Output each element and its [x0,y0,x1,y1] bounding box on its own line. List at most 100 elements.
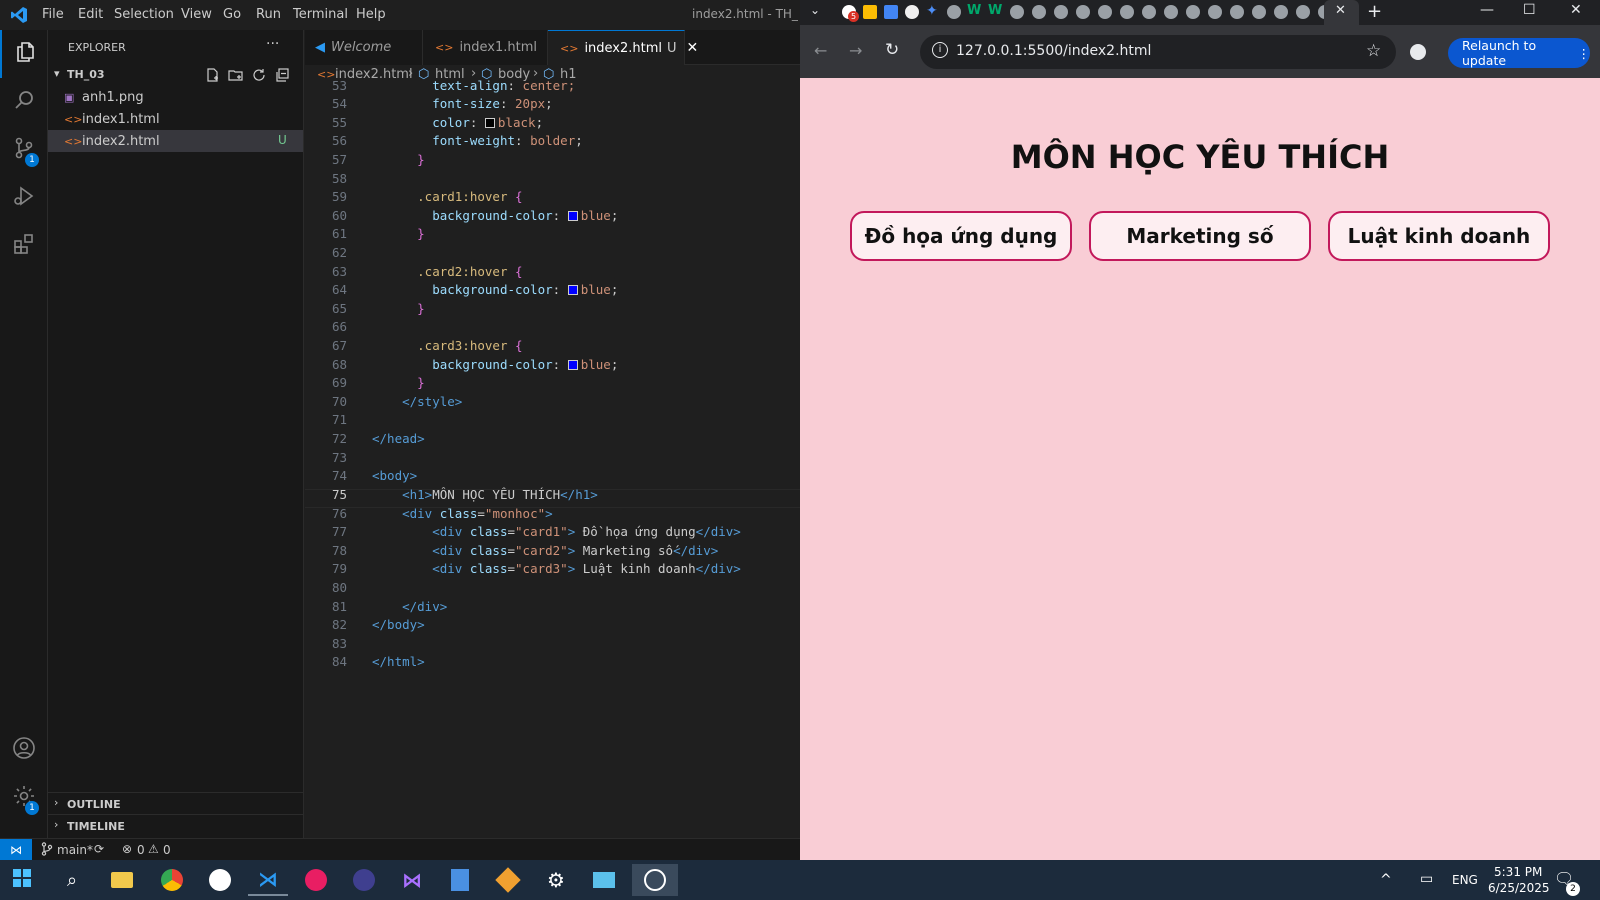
maximize-icon[interactable]: ☐ [1523,2,1536,18]
taskbar-visual-studio[interactable]: ⋈ [392,864,432,896]
collapse-all-icon[interactable] [274,67,290,87]
menu-edit[interactable]: Edit [78,7,103,22]
reload-icon[interactable]: ↻ [885,40,899,60]
taskbar-app[interactable] [584,864,624,896]
url-text[interactable]: 127.0.0.1:5500/index2.html [956,43,1151,59]
new-tab-icon[interactable]: + [1367,1,1382,22]
code-editor[interactable]: 53 54 55 56 57 58 59 60 61 62 63 64 65 66 67 68 69 70 71 72… [305,78,800,838]
search-activity[interactable] [0,78,48,126]
refresh-icon[interactable] [251,67,267,87]
color-swatch[interactable] [567,285,578,295]
new-folder-icon[interactable] [228,67,244,87]
accounts-activity[interactable] [0,726,48,774]
network-icon[interactable]: ▭ [1420,871,1433,887]
file-index2[interactable]: <> index2.html U [48,130,303,152]
globe-tab-icon[interactable] [1120,5,1134,19]
globe-tab-icon[interactable] [1054,5,1068,19]
address-bar[interactable]: i 127.0.0.1:5500/index2.html ☆ [920,35,1396,69]
close-window-icon[interactable]: ✕ [1570,2,1582,18]
close-tab-icon[interactable]: ✕ [1335,3,1346,18]
chevron-up-icon[interactable]: ^ [1380,872,1392,888]
color-swatch[interactable] [567,360,578,370]
explorer-activity[interactable] [0,30,48,78]
globe-tab-icon[interactable] [1032,5,1046,19]
language[interactable]: ENG [1452,873,1478,887]
menu-terminal[interactable]: Terminal [293,7,348,22]
more-menu-icon[interactable]: ⋮ [1578,46,1591,61]
warning-count[interactable]: 0 [163,843,171,857]
forward-icon[interactable]: → [849,41,862,60]
gemini-tab-icon[interactable]: ✦ [926,3,938,19]
taskbar-app[interactable] [344,864,384,896]
globe-tab-icon[interactable] [1208,5,1222,19]
run-debug-activity[interactable] [0,174,48,222]
taskbar-vscode[interactable]: ⋊ [248,864,288,896]
menu-view[interactable]: View [181,7,212,22]
globe-tab-icon[interactable] [1230,5,1244,19]
extensions-activity[interactable] [0,222,48,270]
globe-tab-icon[interactable] [1296,5,1310,19]
card-marketing[interactable]: Marketing số [1089,211,1311,261]
card-do-hoa[interactable]: Đồ họa ứng dụng [850,211,1072,261]
back-icon[interactable]: ← [814,41,827,60]
folder-header[interactable]: ▾ TH_03 [48,64,303,86]
more-actions-icon[interactable]: ··· [266,36,279,52]
sync-icon[interactable]: ⟳ [94,842,104,856]
tab-index1[interactable]: <> index1.html [423,30,548,65]
tab-search-icon[interactable]: ⌄ [810,3,820,17]
github-tab-icon[interactable] [905,5,919,19]
w-tab-icon[interactable]: W [967,3,981,18]
taskbar-file-explorer[interactable] [102,864,142,896]
taskbar-app[interactable] [200,864,240,896]
globe-tab-icon[interactable] [1142,5,1156,19]
menu-run[interactable]: Run [256,7,281,22]
start-button[interactable] [2,864,42,896]
tab-welcome[interactable]: ◀ Welcome [305,30,423,65]
menu-help[interactable]: Help [356,7,386,22]
error-count[interactable]: 0 [137,843,145,857]
taskbar-app-active[interactable] [632,864,678,896]
taskbar-app[interactable] [488,864,528,896]
minimize-icon[interactable]: — [1480,2,1494,18]
file-anh1[interactable]: ▣ anh1.png [48,86,303,108]
drive-tab-icon[interactable] [863,5,877,19]
globe-tab-icon[interactable] [1076,5,1090,19]
outline-section[interactable]: › OUTLINE [48,792,303,814]
globe-tab-icon[interactable] [1274,5,1288,19]
globe-tab-icon[interactable] [1164,5,1178,19]
globe-tab-icon[interactable] [1010,5,1024,19]
profile-icon[interactable] [1410,44,1426,60]
taskbar-chrome[interactable] [152,864,192,896]
taskbar-app[interactable] [440,864,480,896]
globe-tab-icon[interactable] [947,5,961,19]
close-icon[interactable]: ✕ [687,40,699,56]
w-tab-icon[interactable]: W [988,3,1002,18]
menu-selection[interactable]: Selection [114,7,174,22]
menu-file[interactable]: File [42,7,64,22]
taskbar-search[interactable]: ⌕ [52,864,92,896]
card-luat[interactable]: Luật kinh doanh [1328,211,1550,261]
globe-tab-icon[interactable] [1186,5,1200,19]
relaunch-button[interactable]: Relaunch to update ⋮ [1448,38,1590,68]
clock-time[interactable]: 5:31 PM [1494,865,1542,879]
timeline-section[interactable]: › TIMELINE [48,814,303,836]
taskbar-app[interactable] [296,864,336,896]
bookmark-star-icon[interactable]: ☆ [1366,41,1381,61]
new-file-icon[interactable] [205,67,221,87]
file-index1[interactable]: <> index1.html [48,108,303,130]
active-browser-tab[interactable]: ✕ [1324,0,1359,25]
remote-icon[interactable]: ⋈ [0,839,32,860]
manage-activity[interactable]: 1 [0,774,48,822]
docs-tab-icon[interactable] [884,5,898,19]
clock-date[interactable]: 6/25/2025 [1488,881,1550,895]
branch-name[interactable]: main* [57,843,93,857]
menu-go[interactable]: Go [223,7,241,22]
color-swatch[interactable] [484,118,495,128]
globe-tab-icon[interactable] [1252,5,1266,19]
color-swatch[interactable] [567,211,578,221]
source-control-activity[interactable]: 1 [0,126,48,174]
taskbar-settings[interactable]: ⚙ [536,864,576,896]
site-info-icon[interactable]: i [932,42,948,58]
globe-tab-icon[interactable] [1098,5,1112,19]
tab-index2[interactable]: <> index2.html U ✕ [548,30,698,65]
